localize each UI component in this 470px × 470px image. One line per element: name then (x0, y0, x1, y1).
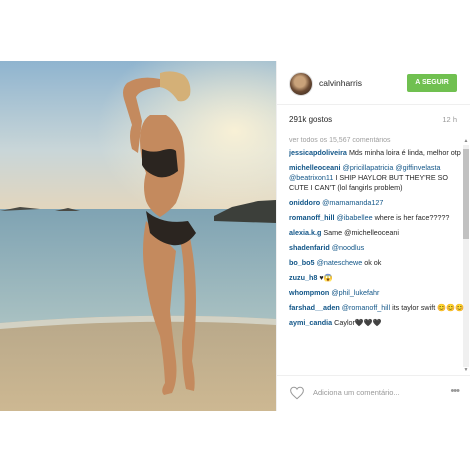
comment-mention[interactable]: @mamamanda127 (322, 198, 383, 207)
comment-text: Caylor🖤🖤🖤 (334, 318, 382, 327)
follow-button[interactable]: A SEGUIR (407, 74, 457, 92)
comment-item: alexia.k.g Same @michelleoceani (289, 228, 465, 238)
comment-item: aymi_candia Caylor🖤🖤🖤 (289, 318, 465, 328)
comment-item: zuzu_h8 ♥😱 (289, 273, 465, 283)
more-options-icon[interactable]: ••• (450, 385, 460, 397)
comment-mention[interactable]: @noodlus (332, 243, 364, 252)
comment-text: Same @michelleoceani (323, 228, 399, 237)
comment-username[interactable]: bo_bo5 (289, 258, 315, 267)
post-header: calvinharris A SEGUIR (277, 61, 470, 105)
comment-text: ♥😱 (319, 273, 333, 282)
comment-username[interactable]: romanoff_hill (289, 213, 335, 222)
comment-username[interactable]: jessicapdoliveira (289, 148, 347, 157)
instagram-post: calvinharris A SEGUIR 291k gostos 12 h ▲… (0, 61, 470, 411)
comment-username[interactable]: shadenfarid (289, 243, 330, 252)
comment-username[interactable]: michelleoceani (289, 163, 341, 172)
comment-mention[interactable]: @phil_lukefahr (331, 288, 379, 297)
view-all-comments-link[interactable]: ver todos os 15,567 comentários (289, 137, 465, 144)
post-footer: Adiciona um comentário... ••• (277, 375, 470, 411)
comment-item: oniddoro @mamamanda127 (289, 198, 465, 208)
comment-item: whompmon @phil_lukefahr (289, 288, 465, 298)
comment-item: bo_bo5 @nateschewe ok ok (289, 258, 465, 268)
comments-panel: calvinharris A SEGUIR 291k gostos 12 h ▲… (276, 61, 470, 411)
comment-item: michelleoceani @pricillapatricia @giffin… (289, 163, 465, 193)
comment-text: Mds minha loira é linda, melhor otp (348, 148, 461, 157)
comment-item: shadenfarid @noodlus (289, 243, 465, 253)
comment-mention[interactable]: @ibabellee (337, 213, 373, 222)
comment-username[interactable]: alexia.k.g (289, 228, 321, 237)
comment-text: its taylor swift 😊😊😊 (392, 303, 465, 312)
comment-mention[interactable]: @romanoff_hill (342, 303, 390, 312)
likes-count[interactable]: 291k gostos (289, 115, 332, 124)
post-stats: 291k gostos 12 h (277, 105, 470, 131)
comment-item: romanoff_hill @ibabellee where is her fa… (289, 213, 465, 223)
comment-username[interactable]: farshad__aden (289, 303, 340, 312)
comment-text: where is her face????? (374, 213, 450, 222)
heart-icon[interactable] (289, 386, 305, 400)
comment-username[interactable]: aymi_candia (289, 318, 332, 327)
comment-username[interactable]: oniddoro (289, 198, 320, 207)
post-time[interactable]: 12 h (442, 115, 457, 124)
add-comment-input[interactable]: Adiciona um comentário... (313, 388, 400, 397)
avatar[interactable] (289, 72, 313, 96)
comment-text: ok ok (364, 258, 382, 267)
comment-username[interactable]: whompmon (289, 288, 329, 297)
comments-list: ver todos os 15,567 comentários jessicap… (289, 137, 465, 369)
username[interactable]: calvinharris (319, 78, 362, 88)
comment-mention[interactable]: @nateschewe (317, 258, 363, 267)
comment-item: jessicapdoliveira Mds minha loira é lind… (289, 148, 465, 158)
comment-username[interactable]: zuzu_h8 (289, 273, 317, 282)
comment-item: farshad__aden @romanoff_hill its taylor … (289, 303, 465, 313)
post-photo[interactable] (0, 61, 276, 411)
